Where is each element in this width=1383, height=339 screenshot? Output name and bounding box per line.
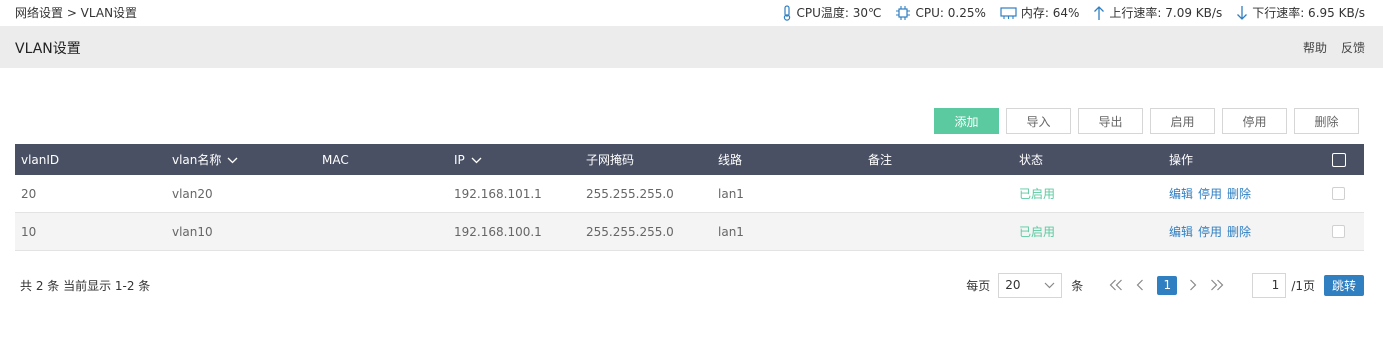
per-page-value: 20 xyxy=(1005,278,1021,292)
title-bar: VLAN设置 帮助 反馈 xyxy=(0,26,1383,68)
feedback-link[interactable]: 反馈 xyxy=(1341,39,1365,56)
cell-vlan-name: vlan10 xyxy=(172,224,213,239)
memory-stat: 内存: 64% xyxy=(1000,4,1080,21)
export-button[interactable]: 导出 xyxy=(1078,108,1143,134)
header-ip-label: IP xyxy=(454,152,465,167)
cell-ops: 编辑 停用 删除 xyxy=(1169,175,1251,212)
cell-vlan-id: 10 xyxy=(21,224,37,239)
import-button[interactable]: 导入 xyxy=(1006,108,1071,134)
header-ip[interactable]: IP xyxy=(454,144,482,175)
chevron-down-icon[interactable] xyxy=(227,153,238,167)
header-vlan-name-label: vlan名称 xyxy=(172,153,222,167)
cell-vlan-name: vlan20 xyxy=(172,186,213,201)
header-status: 状态 xyxy=(1019,153,1044,167)
first-page-icon[interactable] xyxy=(1107,274,1125,296)
enable-button[interactable]: 启用 xyxy=(1150,108,1215,134)
vlan-table: vlanID vlan名称 MAC IP 子网掩码 线路 备注 状态 操作 20… xyxy=(15,144,1364,251)
pagination: 每页 20 条 1 1 /1页 跳转 xyxy=(966,272,1364,298)
page-title: VLAN设置 xyxy=(15,41,81,57)
row-checkbox[interactable] xyxy=(1332,175,1345,212)
delete-link[interactable]: 删除 xyxy=(1227,223,1251,240)
record-summary: 共 2 条 当前显示 1-2 条 xyxy=(20,279,151,293)
title-links: 帮助 反馈 xyxy=(1303,39,1365,56)
disable-button[interactable]: 停用 xyxy=(1222,108,1287,134)
cpu-stat: CPU: 0.25% xyxy=(895,5,986,21)
system-stats: CPU温度: 30℃ CPU: 0.25% 内存: 64% 上行速率: 7.09… xyxy=(782,4,1365,21)
thermometer-icon xyxy=(782,4,792,21)
checkbox-box xyxy=(1332,187,1345,200)
cell-status: 已启用 xyxy=(1019,225,1056,239)
header-vlan-id: vlanID xyxy=(21,152,60,167)
chevron-down-icon[interactable] xyxy=(471,153,482,167)
header-vlan-name[interactable]: vlan名称 xyxy=(172,144,238,175)
cell-ops: 编辑 停用 删除 xyxy=(1169,213,1251,250)
current-page-button[interactable]: 1 xyxy=(1157,275,1178,295)
header-note: 备注 xyxy=(868,153,893,167)
cpu-temp-stat: CPU温度: 30℃ xyxy=(782,4,881,21)
row-checkbox[interactable] xyxy=(1332,213,1345,250)
page-number-input[interactable]: 1 xyxy=(1252,272,1287,298)
upload-stat: 上行速率: 7.09 KB/s xyxy=(1093,4,1222,21)
chevron-down-icon xyxy=(1044,278,1055,292)
last-page-icon[interactable] xyxy=(1208,274,1226,296)
cell-line: lan1 xyxy=(718,224,744,239)
cell-ip: 192.168.100.1 xyxy=(454,224,542,239)
prev-page-icon[interactable] xyxy=(1131,274,1149,296)
cell-status: 已启用 xyxy=(1019,187,1056,201)
cell-ip: 192.168.101.1 xyxy=(454,186,542,201)
cell-mask: 255.255.255.0 xyxy=(586,224,674,239)
total-pages: /1页 xyxy=(1291,278,1315,293)
arrow-up-icon xyxy=(1093,5,1105,21)
arrow-down-icon xyxy=(1236,5,1248,21)
download-value: 下行速率: 6.95 KB/s xyxy=(1252,6,1365,20)
cell-vlan-id: 20 xyxy=(21,186,37,201)
cell-line: lan1 xyxy=(718,186,744,201)
next-page-icon[interactable] xyxy=(1184,274,1202,296)
select-all-checkbox[interactable] xyxy=(1332,144,1346,175)
cpu-temp-value: CPU温度: 30℃ xyxy=(796,6,882,20)
memory-value: 内存: 64% xyxy=(1020,6,1080,20)
memory-icon xyxy=(1000,6,1017,20)
checkbox-box xyxy=(1332,225,1345,238)
per-page-label: 每页 xyxy=(966,278,991,293)
action-toolbar: 添加 导入 导出 启用 停用 删除 xyxy=(934,108,1359,134)
table-row: 20 vlan20 192.168.101.1 255.255.255.0 la… xyxy=(15,175,1364,213)
chip-icon xyxy=(895,5,911,21)
disable-link[interactable]: 停用 xyxy=(1198,185,1222,202)
table-header: vlanID vlan名称 MAC IP 子网掩码 线路 备注 状态 操作 xyxy=(15,144,1364,175)
edit-link[interactable]: 编辑 xyxy=(1169,185,1193,202)
upload-value: 上行速率: 7.09 KB/s xyxy=(1109,6,1223,20)
cell-mask: 255.255.255.0 xyxy=(586,186,674,201)
checkbox-box xyxy=(1332,152,1346,167)
delete-link[interactable]: 删除 xyxy=(1227,185,1251,202)
top-status-bar: 网络设置 > VLAN设置 CPU温度: 30℃ CPU: 0.25% 内存: … xyxy=(0,0,1383,25)
header-line: 线路 xyxy=(718,153,743,167)
edit-link[interactable]: 编辑 xyxy=(1169,223,1193,240)
table-row: 10 vlan10 192.168.100.1 255.255.255.0 la… xyxy=(15,213,1364,251)
jump-button[interactable]: 跳转 xyxy=(1324,274,1364,296)
help-link[interactable]: 帮助 xyxy=(1303,39,1327,56)
per-page-unit: 条 xyxy=(1071,278,1084,293)
delete-button[interactable]: 删除 xyxy=(1294,108,1359,134)
header-mask: 子网掩码 xyxy=(586,153,635,167)
header-mac: MAC xyxy=(322,152,349,167)
breadcrumb: 网络设置 > VLAN设置 xyxy=(15,6,138,20)
add-button[interactable]: 添加 xyxy=(934,108,999,134)
download-stat: 下行速率: 6.95 KB/s xyxy=(1236,4,1365,21)
cpu-value: CPU: 0.25% xyxy=(915,5,986,20)
header-ops: 操作 xyxy=(1169,153,1194,167)
per-page-select[interactable]: 20 xyxy=(998,272,1063,298)
disable-link[interactable]: 停用 xyxy=(1198,223,1222,240)
